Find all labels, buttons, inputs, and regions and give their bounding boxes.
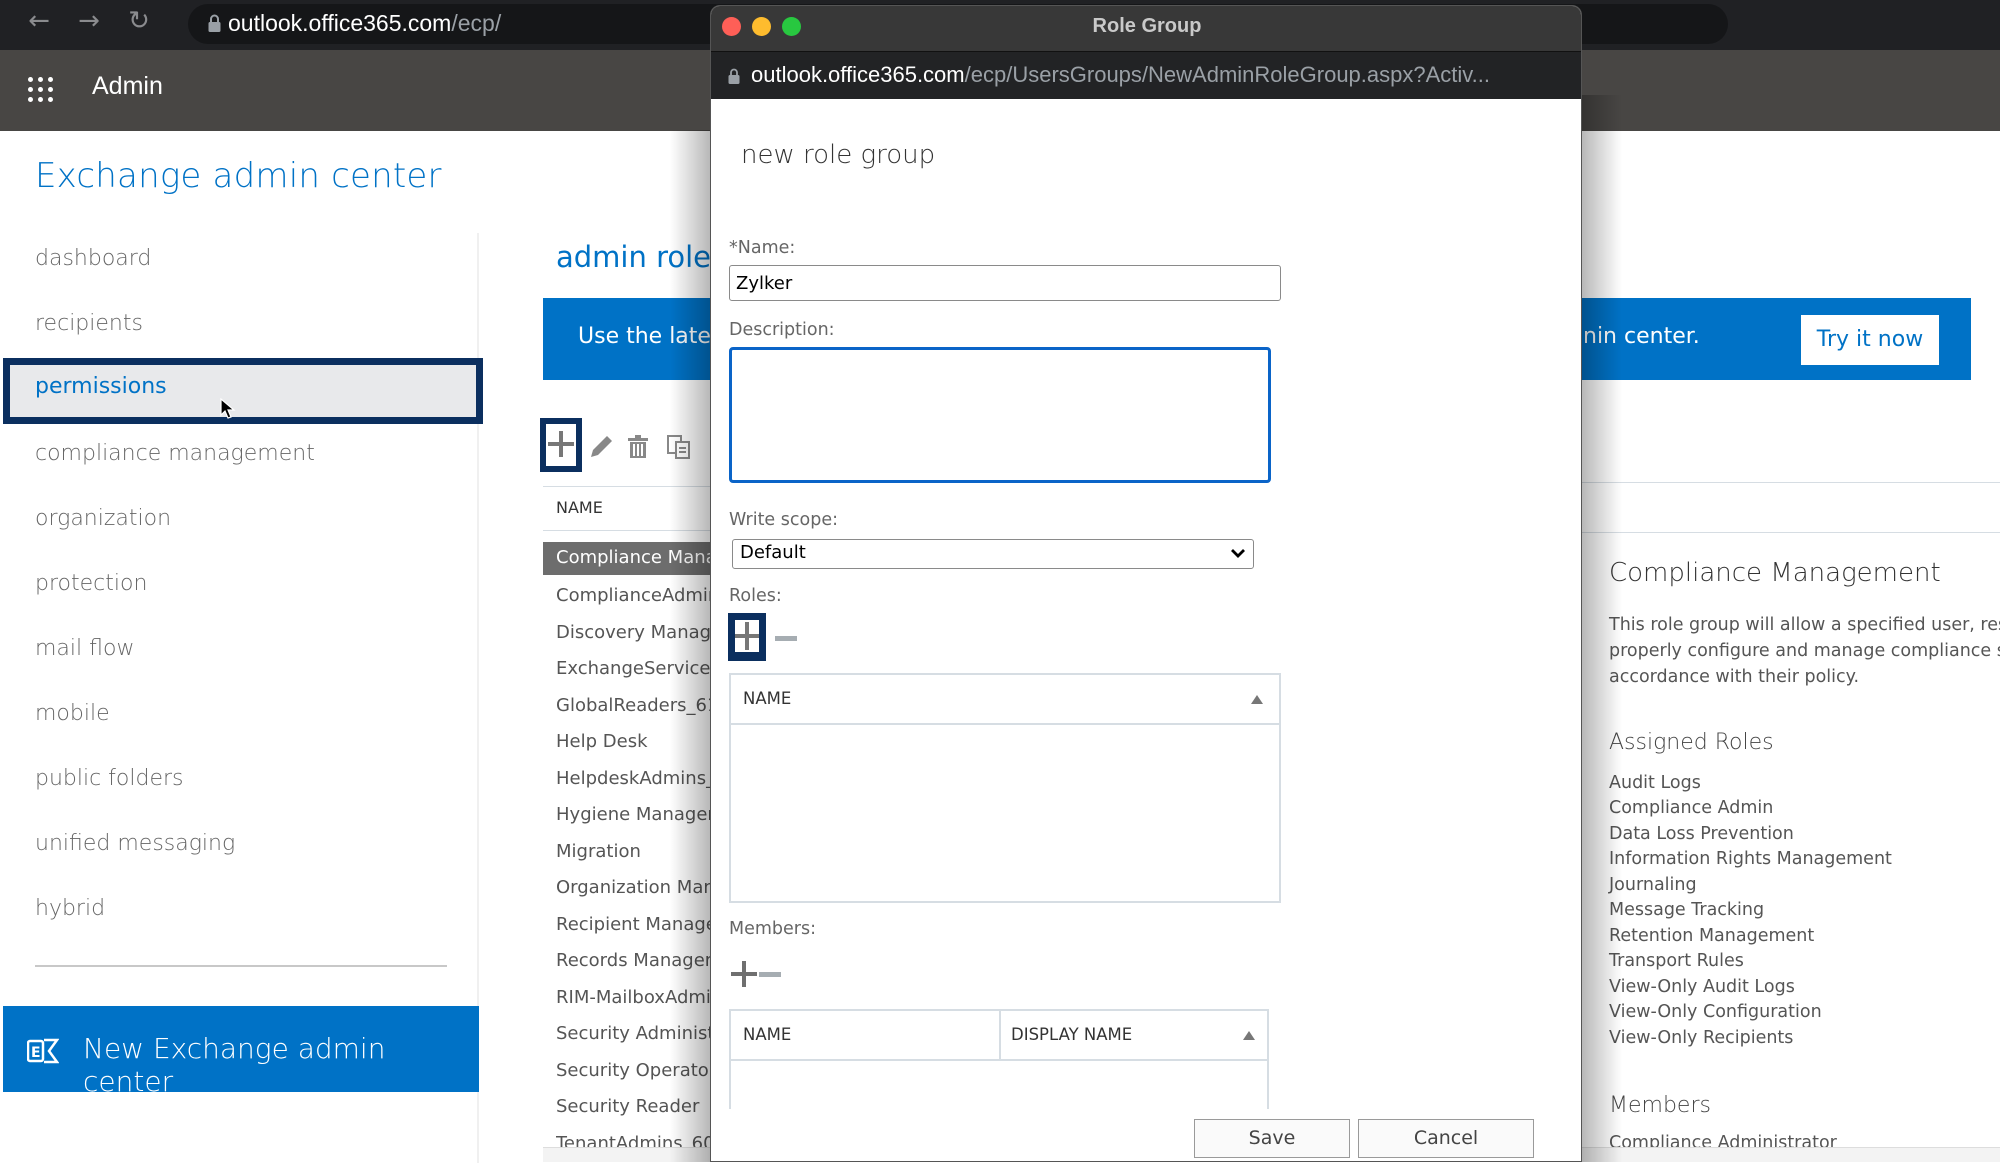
- assigned-role: Audit Logs: [1609, 773, 1701, 793]
- members-title: Members: [1609, 1093, 1711, 1118]
- chevron-down-icon: [1231, 549, 1245, 558]
- dialog-window-title: Role Group: [1092, 15, 1202, 37]
- details-description: This role group will allow a specified u…: [1609, 615, 2000, 687]
- add-role-button[interactable]: [728, 613, 766, 661]
- sort-ascending-icon[interactable]: [1243, 1031, 1255, 1040]
- dialog-titlebar[interactable]: Role Group: [711, 6, 1581, 51]
- page-title: Exchange admin center: [35, 156, 442, 196]
- dialog-heading: new role group: [741, 140, 936, 170]
- svg-text:E: E: [31, 1045, 41, 1061]
- modal-shadow: [1582, 95, 1622, 1162]
- add-icon: [735, 622, 759, 650]
- waffle-icon[interactable]: [28, 77, 54, 103]
- sidebar-item-hybrid[interactable]: hybrid: [35, 896, 105, 921]
- sidebar-item-permissions[interactable]: permissions: [35, 374, 167, 399]
- sidebar-item-recipients[interactable]: recipients: [35, 311, 143, 336]
- remove-member-button[interactable]: [759, 972, 781, 977]
- delete-icon[interactable]: [627, 434, 649, 460]
- column-header-display-name[interactable]: DISPLAY NAME: [1011, 1025, 1132, 1044]
- details-title: Compliance Management: [1609, 558, 1941, 588]
- details-divider: [1582, 482, 2000, 483]
- assigned-roles-title: Assigned Roles: [1609, 730, 1774, 755]
- address-url: outlook.office365.com/ecp/: [228, 10, 502, 36]
- details-divider: [1582, 532, 2000, 533]
- members-table-header: NAME DISPLAY NAME: [731, 1011, 1267, 1061]
- assigned-role: Compliance Admin: [1609, 798, 1774, 818]
- forward-icon[interactable]: →: [72, 6, 106, 36]
- new-eac-label: New Exchange admin center: [83, 1032, 386, 1098]
- sidebar-item-unified-messaging[interactable]: unified messaging: [35, 831, 235, 856]
- try-it-now-button[interactable]: Try it now: [1801, 315, 1939, 365]
- sidebar-item-mobile[interactable]: mobile: [35, 701, 110, 726]
- suite-title[interactable]: Admin: [92, 72, 163, 101]
- table-row[interactable]: Migration: [556, 841, 641, 862]
- sidebar-item-mail-flow[interactable]: mail flow: [35, 636, 134, 661]
- sidebar-item-organization[interactable]: organization: [35, 506, 171, 531]
- assigned-role: View-Only Recipients: [1609, 1028, 1794, 1048]
- write-scope-select[interactable]: Default: [732, 539, 1254, 569]
- members-label: Members:: [729, 919, 816, 939]
- cancel-button[interactable]: Cancel: [1358, 1119, 1534, 1158]
- description-label: Description:: [729, 320, 835, 340]
- mouse-cursor-icon: [220, 398, 236, 419]
- add-icon: [548, 431, 574, 457]
- description-field[interactable]: [729, 347, 1271, 483]
- member-item: Compliance Administrator: [1609, 1133, 1837, 1147]
- remove-role-button[interactable]: [775, 636, 797, 641]
- reload-icon[interactable]: ↻: [122, 6, 156, 36]
- name-field[interactable]: [729, 265, 1281, 301]
- assigned-role: Message Tracking: [1609, 900, 1765, 920]
- write-scope-value: Default: [740, 542, 806, 563]
- column-header-name[interactable]: NAME: [743, 1025, 791, 1044]
- dialog-address-bar: outlook.office365.com/ecp/UsersGroups/Ne…: [711, 51, 1581, 99]
- exchange-logo-icon: E: [27, 1038, 59, 1064]
- assigned-role: View-Only Configuration: [1609, 1002, 1822, 1022]
- sidebar-separator: [35, 965, 447, 967]
- assigned-role: Retention Management: [1609, 926, 1815, 946]
- sidebar-item-dashboard[interactable]: dashboard: [35, 246, 151, 271]
- assigned-role: Transport Rules: [1609, 951, 1744, 971]
- table-row[interactable]: Help Desk: [556, 731, 648, 752]
- horizontal-scrollbar[interactable]: [1582, 1147, 2000, 1162]
- sidebar-item-compliance-management[interactable]: compliance management: [35, 441, 315, 466]
- save-button[interactable]: Save: [1194, 1119, 1350, 1158]
- members-table: NAME DISPLAY NAME: [729, 1009, 1269, 1109]
- modal-shadow: [670, 130, 710, 1162]
- assigned-role: View-Only Audit Logs: [1609, 977, 1795, 997]
- new-exchange-admin-center-button[interactable]: E New Exchange admin center: [3, 1006, 479, 1098]
- column-header-name[interactable]: NAME: [556, 498, 603, 517]
- column-header-name[interactable]: NAME: [743, 689, 791, 708]
- name-label: *Name:: [729, 238, 796, 258]
- roles-label: Roles:: [729, 586, 782, 606]
- edit-icon[interactable]: [588, 434, 614, 460]
- add-member-button[interactable]: [731, 961, 757, 987]
- sidebar-item-public-folders[interactable]: public folders: [35, 766, 184, 791]
- add-role-group-button[interactable]: [540, 418, 582, 472]
- write-scope-label: Write scope:: [729, 510, 838, 530]
- roles-table-header: NAME: [731, 675, 1279, 725]
- dialog-url: outlook.office365.com/ecp/UsersGroups/Ne…: [751, 62, 1490, 87]
- assigned-role: Journaling: [1609, 875, 1697, 895]
- assigned-role: Information Rights Management: [1609, 849, 1892, 869]
- back-icon[interactable]: ←: [22, 6, 56, 36]
- sort-ascending-icon[interactable]: [1251, 695, 1263, 704]
- column-separator: [999, 1011, 1001, 1061]
- lock-icon: [728, 68, 740, 84]
- lock-icon: [208, 14, 221, 32]
- assigned-role: Data Loss Prevention: [1609, 824, 1794, 844]
- role-group-dialog: Role Group outlook.office365.com/ecp/Use…: [710, 5, 1582, 1162]
- sidebar-item-protection[interactable]: protection: [35, 571, 147, 596]
- roles-table: NAME: [729, 673, 1281, 903]
